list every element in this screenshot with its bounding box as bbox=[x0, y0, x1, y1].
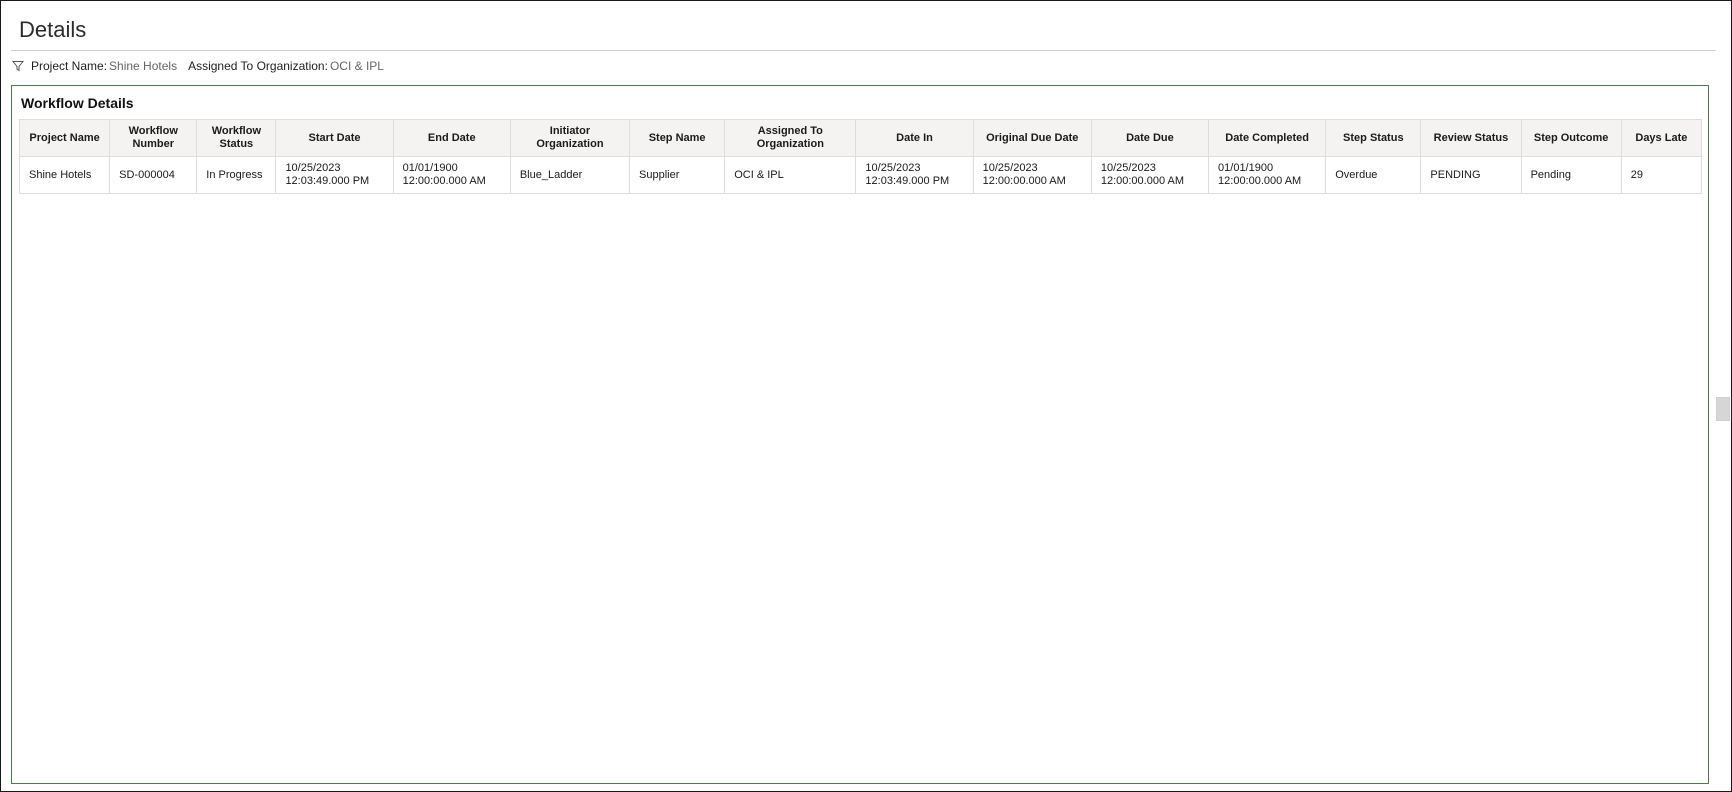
column-header-start-date[interactable]: Start Date bbox=[275, 119, 394, 157]
cell-text: Shine Hotels bbox=[29, 168, 92, 181]
column-header-text: Review Status bbox=[1433, 131, 1509, 144]
cell-workflow-status: In Progress bbox=[196, 156, 277, 194]
column-header-workflow-number[interactable]: Workflow Number bbox=[109, 119, 198, 157]
cell-text: Pending bbox=[1530, 168, 1571, 181]
cell-days-late: 29 bbox=[1620, 156, 1703, 194]
cell-text: 10/25/2023 bbox=[865, 162, 921, 174]
workflow-details-table: Project Name Workflow Number Workflow Status… bbox=[18, 119, 1703, 194]
cell-text: 10/25/2023 bbox=[285, 162, 341, 174]
cell-text: 01/01/1900 bbox=[402, 162, 458, 174]
cell-text: 01/01/1900 bbox=[1218, 162, 1274, 174]
cell-text: 12:00:00.000 AM bbox=[982, 175, 1066, 187]
column-header-workflow-status[interactable]: Workflow Status bbox=[196, 119, 277, 157]
column-header-text: Date Completed bbox=[1225, 131, 1309, 144]
column-header-text: Initiator bbox=[549, 125, 591, 137]
cell-project-name: Shine Hotels bbox=[18, 156, 111, 194]
column-header-text: Workflow bbox=[211, 125, 262, 137]
column-header-text: End Date bbox=[427, 131, 476, 144]
cell-text: Supplier bbox=[639, 168, 680, 181]
cell-text: 10/25/2023 bbox=[1100, 162, 1156, 174]
column-header-initiator-organization[interactable]: Initiator Organization bbox=[509, 119, 631, 157]
column-header-end-date[interactable]: End Date bbox=[392, 119, 511, 157]
vertical-scrollbar-thumb[interactable] bbox=[1716, 397, 1730, 421]
column-header-original-due-date[interactable]: Original Due Date bbox=[972, 119, 1092, 157]
cell-assigned-to-organization: OCI & IPL bbox=[724, 156, 857, 194]
filter-project-name-value: Shine Hotels bbox=[109, 59, 178, 73]
column-header-text: Date Due bbox=[1126, 131, 1174, 144]
cell-text: Blue_Ladder bbox=[519, 168, 583, 181]
column-header-text: Original Due Date bbox=[986, 131, 1079, 144]
cell-text: In Progress bbox=[206, 168, 263, 181]
cell-original-due-date: 10/25/2023 12:00:00.000 AM bbox=[972, 156, 1092, 194]
cell-step-status: Overdue bbox=[1325, 156, 1422, 194]
table-header-row: Project Name Workflow Number Workflow Status… bbox=[18, 119, 1703, 157]
cell-text: OCI & IPL bbox=[734, 168, 784, 181]
cell-step-name: Supplier bbox=[629, 156, 726, 194]
cell-step-outcome: Pending bbox=[1520, 156, 1622, 194]
filter-project-name-label: Project Name: bbox=[31, 59, 108, 73]
cell-text: 12:00:00.000 AM bbox=[402, 175, 486, 187]
cell-initiator-organization: Blue_Ladder bbox=[509, 156, 631, 194]
column-header-date-due[interactable]: Date Due bbox=[1090, 119, 1210, 157]
column-header-text: Step Status bbox=[1343, 131, 1404, 144]
table-row[interactable]: Shine Hotels SD-000004 In Progress 10/25/20… bbox=[18, 156, 1703, 194]
column-header-text: Organization bbox=[536, 138, 604, 150]
column-header-text: Assigned To bbox=[757, 125, 823, 137]
column-header-text: Start Date bbox=[308, 131, 361, 144]
column-header-date-completed[interactable]: Date Completed bbox=[1208, 119, 1327, 157]
filter-assigned-org-value: OCI & IPL bbox=[329, 59, 384, 73]
column-header-step-name[interactable]: Step Name bbox=[629, 119, 726, 157]
details-page: Details Project Name: Shine Hotels Assig… bbox=[0, 0, 1732, 792]
column-header-assigned-to-organization[interactable]: Assigned To Organization bbox=[724, 119, 857, 157]
column-header-text: Number bbox=[132, 138, 174, 150]
cell-text: PENDING bbox=[1430, 168, 1481, 181]
table-body: Shine Hotels SD-000004 In Progress 10/25/20… bbox=[18, 156, 1703, 194]
filter-funnel-icon[interactable] bbox=[11, 60, 25, 72]
column-header-text: Organization bbox=[756, 138, 824, 150]
cell-date-due: 10/25/2023 12:00:00.000 AM bbox=[1090, 156, 1210, 194]
cell-text: 29 bbox=[1630, 168, 1643, 181]
column-header-text: Step Outcome bbox=[1533, 131, 1609, 144]
filter-summary: Project Name: Shine Hotels Assigned To O… bbox=[11, 58, 384, 74]
cell-text: 12:03:49.000 PM bbox=[285, 175, 370, 187]
column-header-text: Date In bbox=[896, 131, 933, 144]
cell-text: SD-000004 bbox=[119, 168, 175, 181]
column-header-review-status[interactable]: Review Status bbox=[1420, 119, 1522, 157]
column-header-project-name[interactable]: Project Name bbox=[18, 119, 111, 157]
column-header-step-outcome[interactable]: Step Outcome bbox=[1520, 119, 1622, 157]
panel-title: Workflow Details bbox=[21, 95, 134, 111]
column-header-text: Workflow bbox=[128, 125, 178, 137]
column-header-text: Status bbox=[219, 138, 254, 150]
cell-start-date: 10/25/2023 12:03:49.000 PM bbox=[275, 156, 394, 194]
cell-text: 12:03:49.000 PM bbox=[865, 175, 950, 187]
cell-text: 12:00:00.000 AM bbox=[1100, 175, 1185, 187]
cell-review-status: PENDING bbox=[1420, 156, 1522, 194]
cell-text: 10/25/2023 bbox=[982, 162, 1038, 174]
column-header-days-late[interactable]: Days Late bbox=[1620, 119, 1703, 157]
cell-text: Overdue bbox=[1335, 168, 1378, 181]
column-header-date-in[interactable]: Date In bbox=[855, 119, 974, 157]
workflow-details-panel: Workflow Details Project Name Workflow Num… bbox=[11, 85, 1709, 784]
column-header-text: Step Name bbox=[648, 131, 706, 144]
cell-text: 12:00:00.000 AM bbox=[1218, 175, 1302, 187]
title-divider bbox=[11, 50, 1716, 51]
page-title: Details bbox=[19, 17, 87, 42]
column-header-text: Project Name bbox=[29, 131, 100, 144]
column-header-text: Days Late bbox=[1635, 131, 1688, 144]
column-header-step-status[interactable]: Step Status bbox=[1325, 119, 1422, 157]
cell-date-completed: 01/01/1900 12:00:00.000 AM bbox=[1208, 156, 1327, 194]
cell-workflow-number: SD-000004 bbox=[109, 156, 198, 194]
cell-end-date: 01/01/1900 12:00:00.000 AM bbox=[392, 156, 511, 194]
filter-assigned-org-label: Assigned To Organization: bbox=[188, 59, 328, 73]
cell-date-in: 10/25/2023 12:03:49.000 PM bbox=[855, 156, 974, 194]
